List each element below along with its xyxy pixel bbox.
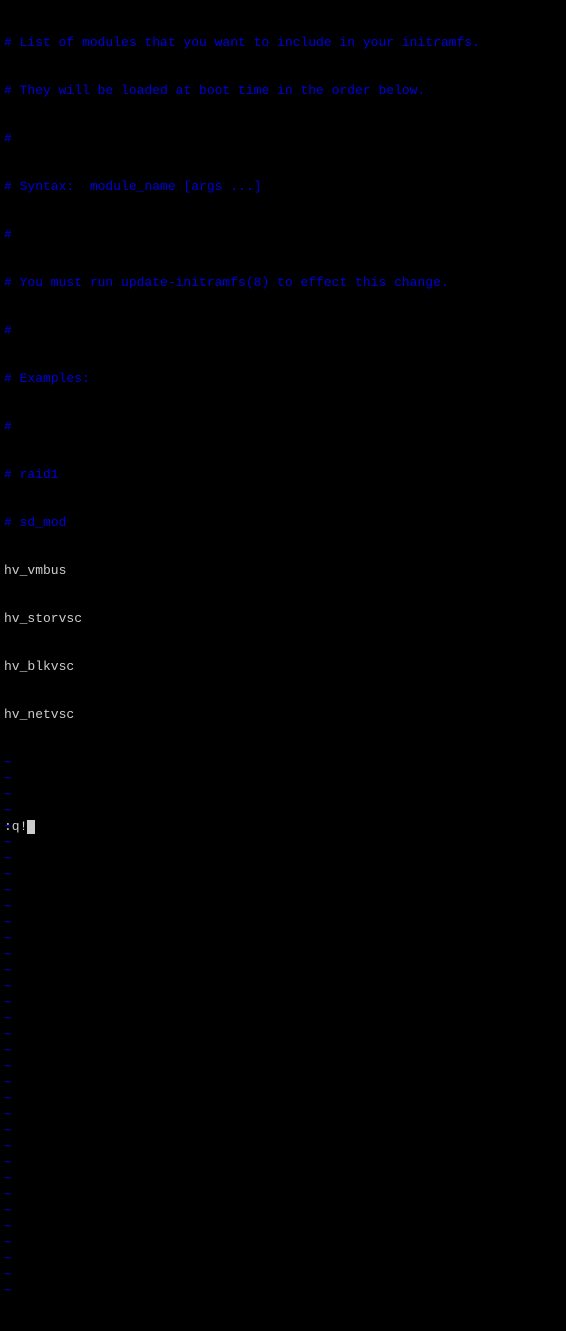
empty-line-tilde: ~	[4, 1155, 562, 1171]
comment-line: #	[4, 419, 562, 435]
empty-line-tilde: ~	[4, 1123, 562, 1139]
empty-line-tilde: ~	[4, 995, 562, 1011]
empty-line-tilde: ~	[4, 1075, 562, 1091]
text-buffer[interactable]: # List of modules that you want to inclu…	[4, 3, 562, 1331]
module-line: hv_netvsc	[4, 707, 562, 723]
empty-line-tilde: ~	[4, 755, 562, 771]
command-text: :q!	[4, 819, 27, 835]
comment-line: # You must run update-initramfs(8) to ef…	[4, 275, 562, 291]
empty-line-tilde: ~	[4, 1219, 562, 1235]
empty-line-tilde: ~	[4, 771, 562, 787]
empty-line-tilde: ~	[4, 1171, 562, 1187]
empty-line-tilde: ~	[4, 1203, 562, 1219]
comment-line: #	[4, 131, 562, 147]
empty-line-tilde: ~	[4, 1043, 562, 1059]
command-line[interactable]: :q!	[4, 819, 35, 835]
empty-line-tilde: ~	[4, 787, 562, 803]
empty-line-tilde: ~	[4, 963, 562, 979]
empty-line-tilde: ~	[4, 1011, 562, 1027]
empty-line-tilde: ~	[4, 803, 562, 819]
comment-line: # Examples:	[4, 371, 562, 387]
comment-line: # sd_mod	[4, 515, 562, 531]
empty-line-tilde: ~	[4, 1027, 562, 1043]
empty-line-tilde: ~	[4, 1139, 562, 1155]
comment-line: # Syntax: module_name [args ...]	[4, 179, 562, 195]
comment-line: #	[4, 227, 562, 243]
empty-line-tilde: ~	[4, 819, 562, 835]
empty-line-tilde: ~	[4, 883, 562, 899]
empty-line-tilde: ~	[4, 1059, 562, 1075]
empty-lines: ~~~~~~~~~~~~~~~~~~~~~~~~~~~~~~~~~~	[4, 755, 562, 1299]
empty-line-tilde: ~	[4, 1283, 562, 1299]
cursor	[27, 820, 35, 834]
empty-line-tilde: ~	[4, 1091, 562, 1107]
empty-line-tilde: ~	[4, 915, 562, 931]
module-line: hv_vmbus	[4, 563, 562, 579]
comment-line: # List of modules that you want to inclu…	[4, 35, 562, 51]
comment-line: # They will be loaded at boot time in th…	[4, 83, 562, 99]
comment-line: # raid1	[4, 467, 562, 483]
comment-line: #	[4, 323, 562, 339]
module-line: hv_blkvsc	[4, 659, 562, 675]
empty-line-tilde: ~	[4, 1235, 562, 1251]
empty-line-tilde: ~	[4, 899, 562, 915]
empty-line-tilde: ~	[4, 979, 562, 995]
empty-line-tilde: ~	[4, 947, 562, 963]
empty-line-tilde: ~	[4, 867, 562, 883]
module-line: hv_storvsc	[4, 611, 562, 627]
empty-line-tilde: ~	[4, 1251, 562, 1267]
empty-line-tilde: ~	[4, 851, 562, 867]
empty-line-tilde: ~	[4, 1187, 562, 1203]
vim-editor[interactable]: # List of modules that you want to inclu…	[0, 0, 566, 838]
empty-line-tilde: ~	[4, 931, 562, 947]
empty-line-tilde: ~	[4, 835, 562, 851]
empty-line-tilde: ~	[4, 1267, 562, 1283]
empty-line-tilde: ~	[4, 1107, 562, 1123]
